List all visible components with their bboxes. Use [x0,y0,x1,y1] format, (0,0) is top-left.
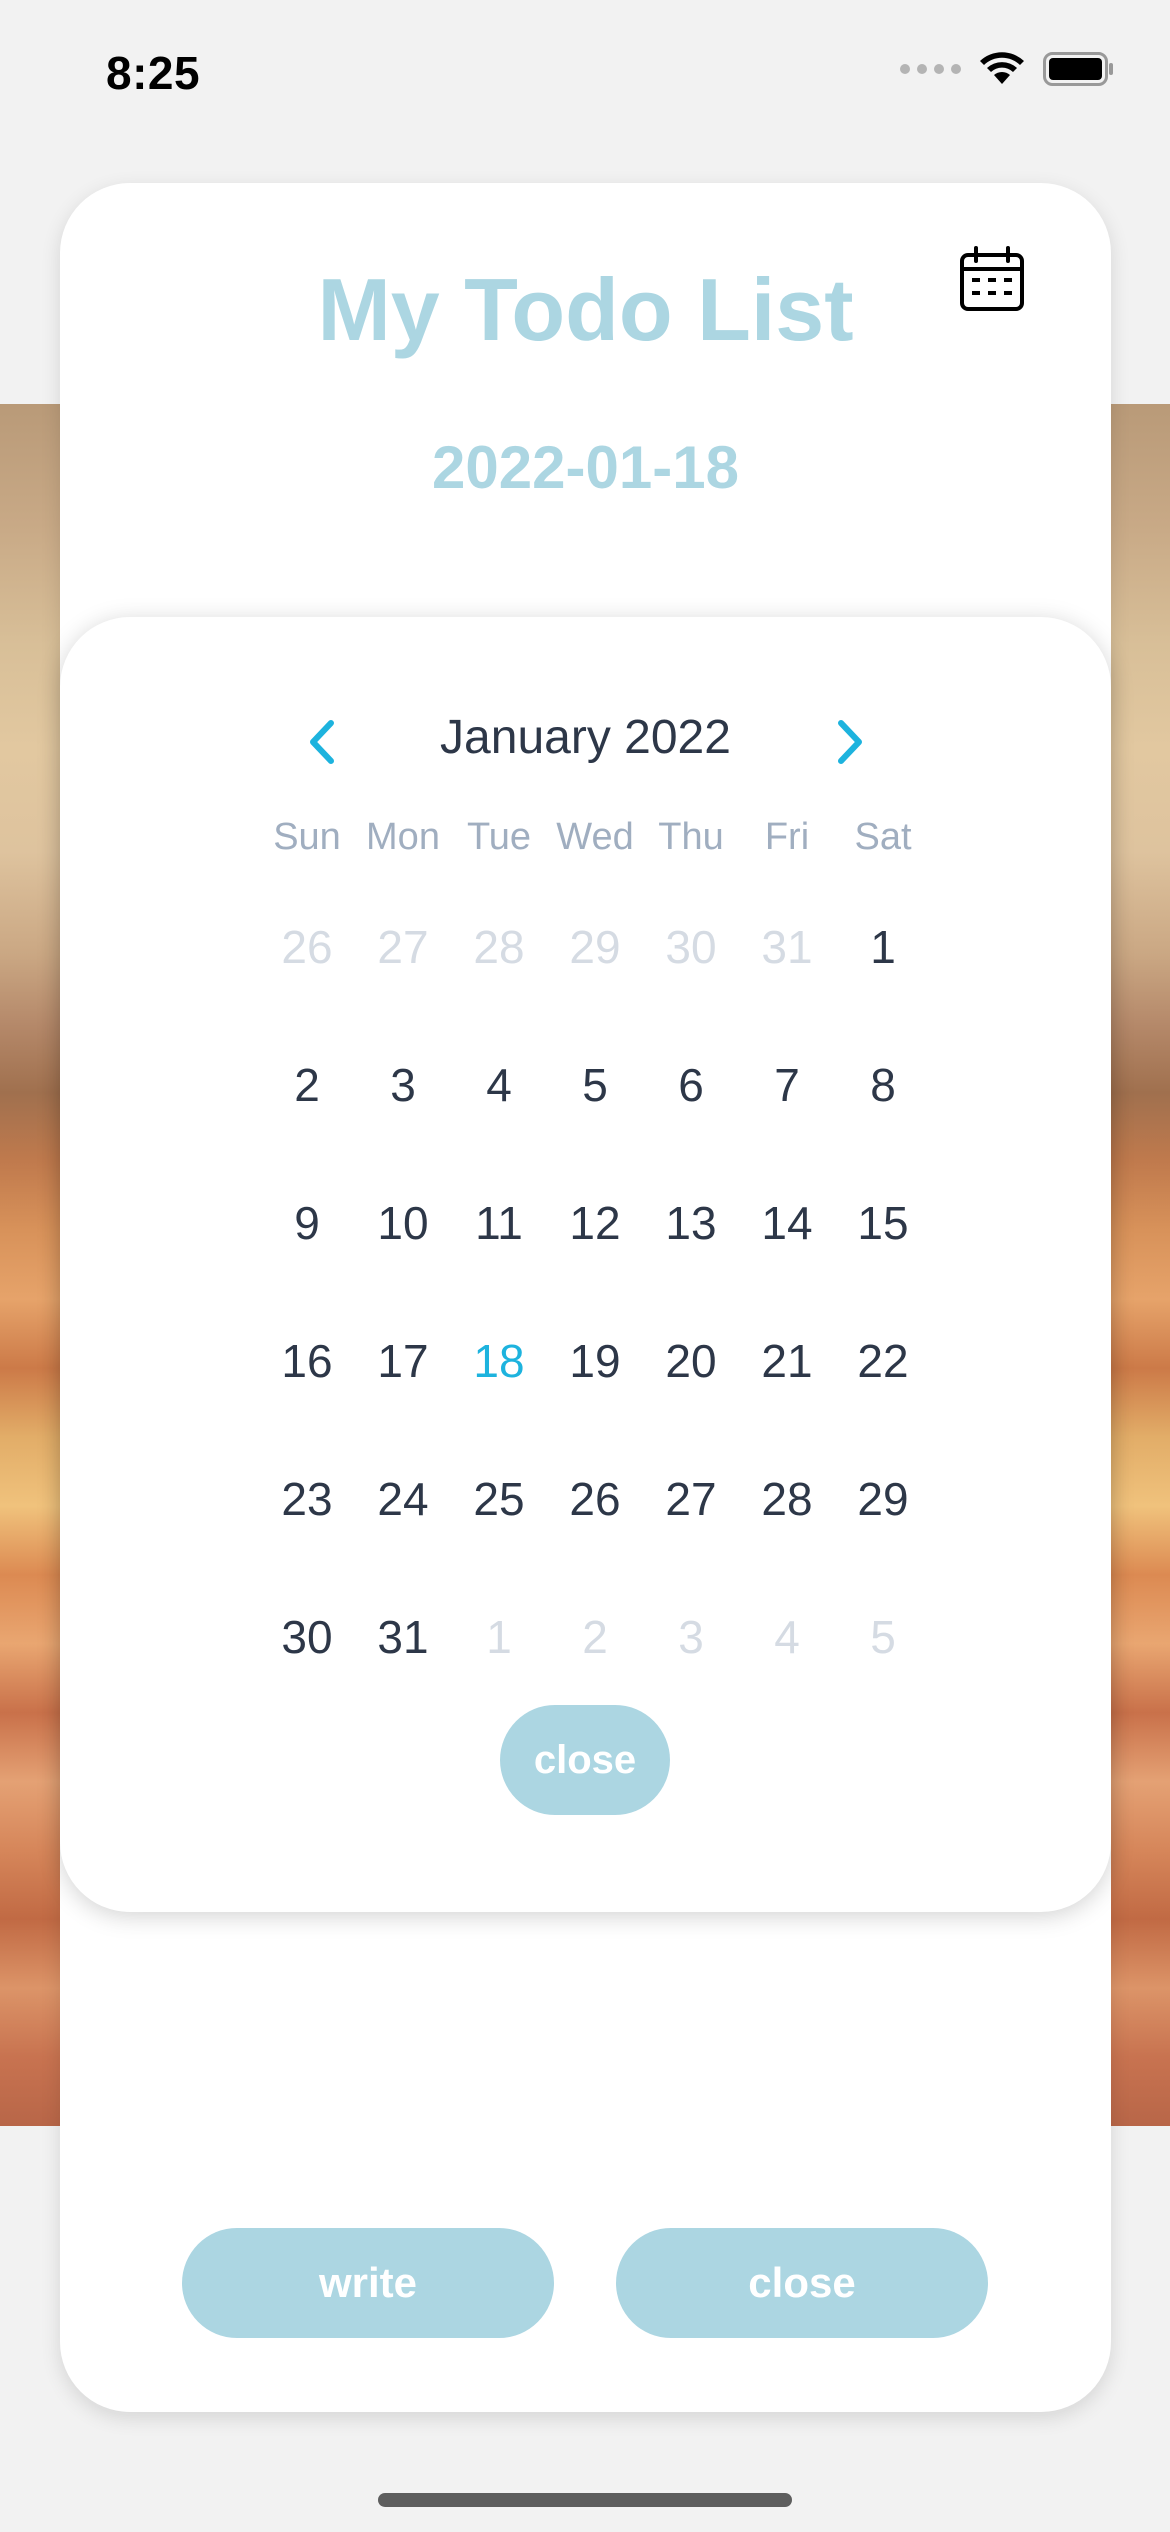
calendar-day[interactable]: 12 [547,1196,643,1250]
battery-icon [1043,52,1113,86]
calendar-day[interactable]: 22 [835,1334,931,1388]
calendar-day[interactable]: 21 [739,1334,835,1388]
wifi-icon [980,52,1024,84]
calendar-header: January 2022 [60,692,1111,792]
status-time: 8:25 [106,47,201,99]
weekday-label: Sun [273,815,341,858]
calendar-day[interactable]: 17 [355,1334,451,1388]
calendar-day[interactable]: 10 [355,1196,451,1250]
calendar-day-outside[interactable]: 1 [451,1610,547,1664]
calendar-day[interactable]: 16 [259,1334,355,1388]
calendar-day-outside[interactable]: 3 [643,1610,739,1664]
calendar-day[interactable]: 4 [451,1058,547,1112]
chevron-right-icon [838,720,862,764]
weekday-label: Mon [366,815,440,858]
page-title: My Todo List [317,260,854,359]
calendar-day-selected[interactable]: 18 [451,1334,547,1388]
weekday-label: Sat [854,815,912,858]
status-bar: 8:25 [0,0,1170,140]
calendar-month-label: January 2022 [440,711,731,764]
calendar-day[interactable]: 29 [835,1472,931,1526]
calendar-day[interactable]: 28 [739,1472,835,1526]
weekday-label: Tue [466,815,532,858]
calendar-grid: Sun Mon Tue Wed Thu Fri Sat 26 27 28 29 … [259,802,931,1706]
calendar-week: 26 27 28 29 30 31 1 [259,878,931,1016]
calendar-day[interactable]: 11 [451,1196,547,1250]
weekday-label: Thu [658,815,724,858]
calendar-day[interactable]: 7 [739,1058,835,1112]
calendar-day[interactable]: 27 [643,1472,739,1526]
calendar-day[interactable]: 3 [355,1058,451,1112]
calendar-week: 2 3 4 5 6 7 8 [259,1016,931,1154]
calendar-button[interactable] [958,245,1026,313]
calendar-day[interactable]: 24 [355,1472,451,1526]
calendar-day[interactable]: 31 [355,1610,451,1664]
calendar-week: 30 31 1 2 3 4 5 [259,1568,931,1706]
calendar-day-outside[interactable]: 29 [547,920,643,974]
cellular-signal-icon [900,64,961,74]
calendar-week: 9 10 11 12 13 14 15 [259,1154,931,1292]
calendar-day[interactable]: 8 [835,1058,931,1112]
calendar-day[interactable]: 9 [259,1196,355,1250]
calendar-day[interactable]: 2 [259,1058,355,1112]
calendar-day[interactable]: 30 [259,1610,355,1664]
calendar-day-outside[interactable]: 4 [739,1610,835,1664]
calendar-day-outside[interactable]: 27 [355,920,451,974]
calendar-day[interactable]: 13 [643,1196,739,1250]
calendar-popup: January 2022 Sun Mon Tue Wed Thu Fri Sat… [60,617,1111,1912]
calendar-day[interactable]: 6 [643,1058,739,1112]
calendar-day[interactable]: 19 [547,1334,643,1388]
weekday-header-row: Sun Mon Tue Wed Thu Fri Sat [259,802,931,872]
calendar-close-button[interactable]: close [500,1705,670,1815]
calendar-days: 26 27 28 29 30 31 1 2 3 4 5 6 7 8 9 10 1… [259,878,931,1706]
calendar-day[interactable]: 1 [835,920,931,974]
calendar-day[interactable]: 20 [643,1334,739,1388]
calendar-day-outside[interactable]: 30 [643,920,739,974]
calendar-day[interactable]: 26 [547,1472,643,1526]
calendar-day-outside[interactable]: 26 [259,920,355,974]
next-month-button[interactable] [822,714,878,770]
home-indicator[interactable] [378,2493,792,2507]
calendar-day-outside[interactable]: 2 [547,1610,643,1664]
calendar-day[interactable]: 15 [835,1196,931,1250]
calendar-day[interactable]: 25 [451,1472,547,1526]
calendar-icon [960,246,1024,311]
calendar-week: 23 24 25 26 27 28 29 [259,1430,931,1568]
calendar-day[interactable]: 14 [739,1196,835,1250]
calendar-day-outside[interactable]: 28 [451,920,547,974]
calendar-day-outside[interactable]: 31 [739,920,835,974]
calendar-day[interactable]: 23 [259,1472,355,1526]
status-icons [900,52,1115,86]
calendar-day[interactable]: 5 [547,1058,643,1112]
weekday-label: Fri [764,815,810,858]
calendar-week: 16 17 18 19 20 21 22 [259,1292,931,1430]
calendar-day-outside[interactable]: 5 [835,1610,931,1664]
weekday-label: Wed [556,815,634,858]
selected-date: 2022-01-18 [432,434,739,501]
write-button[interactable]: write [182,2228,554,2338]
close-button[interactable]: close [616,2228,988,2338]
